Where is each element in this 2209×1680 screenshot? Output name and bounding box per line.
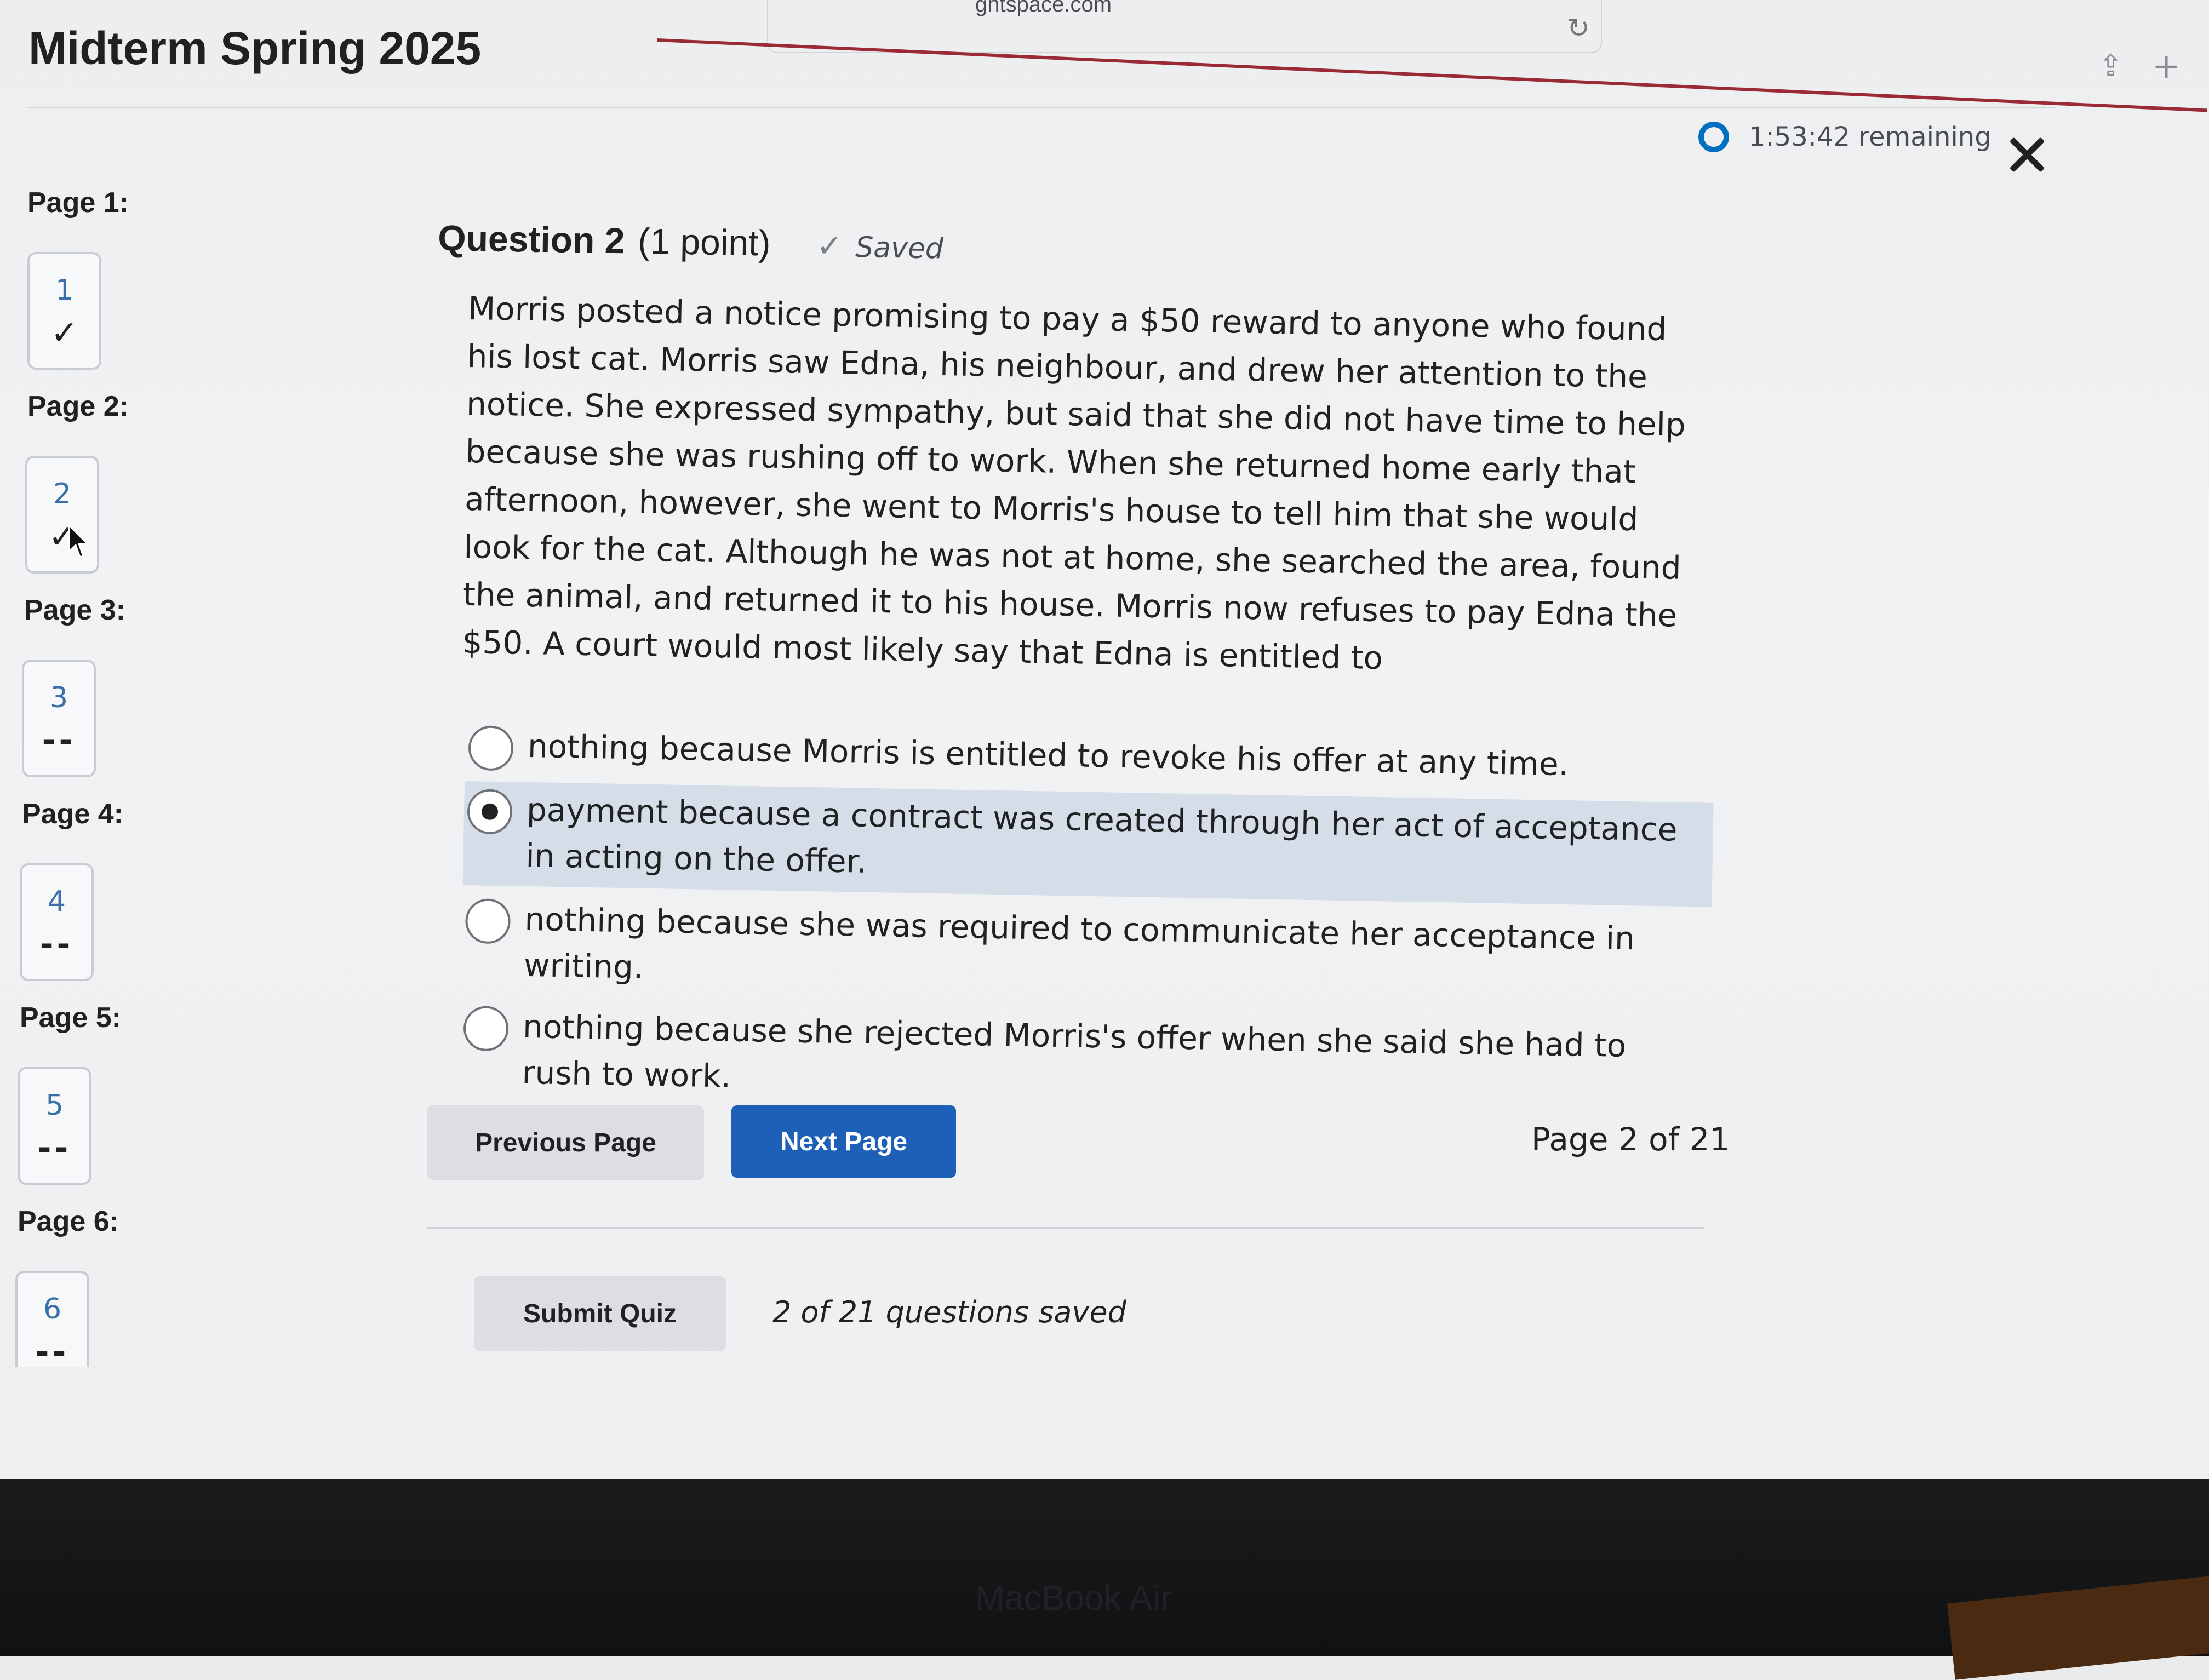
question-stem: Morris posted a notice promising to pay … (462, 289, 1686, 677)
question-number: 4 (47, 885, 66, 918)
title-divider (27, 107, 2055, 108)
share-icon[interactable]: ⇪ (2098, 48, 2123, 83)
page-title: Midterm Spring 2025 (28, 22, 482, 74)
question-tile-5[interactable]: 5 -- (18, 1067, 91, 1185)
radio-button-selected[interactable] (467, 789, 513, 835)
page-label: Page 3: (24, 594, 125, 626)
submit-quiz-button[interactable]: Submit Quiz (474, 1276, 726, 1351)
reload-icon[interactable]: ↻ (1567, 12, 1590, 44)
new-tab-icon[interactable]: + (2152, 46, 2181, 86)
answer-option-text: nothing because she rejected Morris's of… (522, 1007, 1627, 1095)
page-label: Page 2: (27, 391, 129, 422)
answer-option-3[interactable]: nothing because she was required to comm… (461, 891, 1712, 1017)
question-number: 3 (49, 681, 68, 714)
question-title: Question 2 (437, 217, 626, 261)
question-tile-6[interactable]: 6 -- (15, 1271, 89, 1371)
timer-text: 1:53:42 remaining (1749, 122, 1991, 152)
unanswered-status: -- (42, 721, 76, 760)
question-tile-1[interactable]: 1 ✓ (27, 252, 101, 370)
screen: ghtspace.com ↻ ⇪ + Midterm Spring 2025 1… (0, 0, 2209, 1479)
answer-options: nothing because Morris is entitled to re… (459, 718, 1715, 1124)
radio-button[interactable] (463, 1006, 509, 1052)
question-number: 6 (43, 1293, 62, 1326)
saved-status: Saved (855, 231, 944, 266)
question-header: Question 2 (1 point) ✓ Saved (438, 217, 944, 266)
radio-button[interactable] (468, 725, 514, 771)
answer-option-2[interactable]: payment because a contract was created t… (462, 781, 1714, 907)
next-page-button[interactable]: Next Page (731, 1105, 956, 1178)
page-label: Page 6: (18, 1206, 119, 1237)
question-tile-3[interactable]: 3 -- (22, 660, 96, 777)
question-number: 5 (45, 1089, 64, 1122)
page-label: Page 4: (22, 798, 123, 830)
page-label: Page 1: (27, 187, 129, 219)
address-bar[interactable] (767, 0, 1602, 53)
mouse-cursor-icon (68, 523, 89, 558)
close-icon[interactable] (2007, 136, 2046, 174)
question-tile-2[interactable]: 2 ✓ (25, 456, 99, 574)
previous-page-button[interactable]: Previous Page (427, 1105, 704, 1180)
radio-button[interactable] (465, 898, 511, 944)
unanswered-status: -- (35, 1333, 70, 1371)
unanswered-status: -- (39, 925, 74, 964)
question-points: (1 point) (637, 220, 771, 263)
timer-ring-icon (1698, 122, 1729, 152)
answer-option-text: nothing because Morris is entitled to re… (527, 727, 1569, 783)
page-label: Page 5: (20, 1002, 121, 1034)
question-number: 1 (55, 274, 74, 307)
footer-divider (427, 1227, 1704, 1229)
saved-check-icon: ✓ (816, 228, 843, 265)
unanswered-status: -- (37, 1129, 72, 1167)
answer-option-text: nothing because she was required to comm… (523, 900, 1635, 986)
device-label: MacBook Air (975, 1578, 1172, 1618)
laptop-bezel: MacBook Air (0, 1479, 2209, 1656)
quiz-timer: 1:53:42 remaining (1698, 122, 1991, 152)
page-indicator: Page 2 of 21 (1531, 1121, 1730, 1158)
address-url[interactable]: ghtspace.com (975, 0, 1112, 17)
saved-count: 2 of 21 questions saved (772, 1295, 1126, 1329)
answer-option-text: payment because a contract was created t… (525, 790, 1678, 880)
answered-check-icon: ✓ (50, 314, 78, 352)
question-number: 2 (53, 478, 72, 511)
question-tile-4[interactable]: 4 -- (20, 863, 94, 981)
